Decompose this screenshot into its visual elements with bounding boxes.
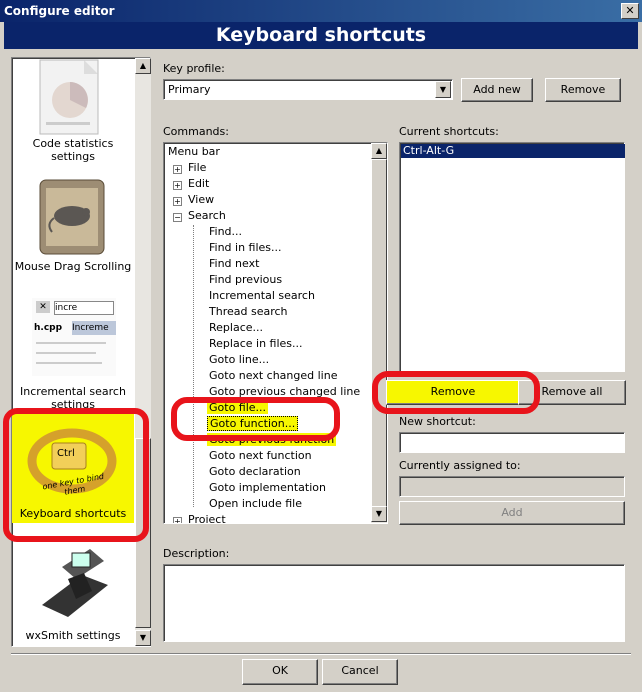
search-command-item[interactable]: Goto next changed line [207,369,339,382]
search-command-item[interactable]: Goto previous changed line [207,385,362,398]
incremental-search-icon: ✕ incre h.cpp Increme [32,298,116,376]
search-command-item[interactable]: Goto declaration [207,465,303,478]
sidebar-item-label: Mouse Drag Scrolling [14,260,132,273]
scroll-up-arrow[interactable]: ▲ [371,143,387,159]
tree-group-search[interactable]: Search [188,209,226,222]
title-bar: Configure editor ✕ [0,0,642,22]
new-shortcut-input[interactable] [399,432,625,453]
tree-group-project[interactable]: Project [188,513,226,523]
sidebar-item-incremental-search[interactable]: ✕ incre h.cpp Increme Incremental search… [12,296,134,411]
sidebar-item-mouse-drag[interactable]: Mouse Drag Scrolling [12,173,134,278]
expand-icon[interactable]: + [173,165,182,174]
chevron-down-icon[interactable]: ▼ [435,81,451,98]
sidebar-item-code-statistics[interactable]: Code statistics settings [12,58,134,163]
tree-group-edit[interactable]: Edit [188,177,209,190]
search-command-item[interactable]: Open include file [207,497,304,510]
tree-root[interactable]: Menu bar [168,145,220,158]
key-label: Ctrl [57,448,75,459]
mouse-scroll-icon [32,176,112,258]
key-profile-value: Primary [168,83,211,96]
close-button[interactable]: ✕ [621,3,639,19]
commands-label: Commands: [163,125,229,138]
sidebar-item-label: Keyboard shortcuts [19,507,127,520]
cancel-button[interactable]: Cancel [322,659,398,685]
add-shortcut-button[interactable]: Add [399,501,625,525]
ok-button[interactable]: OK [242,659,318,685]
key-profile-label: Key profile: [163,62,225,75]
assigned-field [399,476,625,497]
commands-scrollbar[interactable]: ▲ ▼ [371,143,387,523]
search-command-item[interactable]: Thread search [207,305,290,318]
settings-sidebar: Code statistics settings Mouse Drag Scro… [11,57,151,647]
sidebar-item-label: Incremental search settings [20,385,126,411]
expand-icon[interactable]: + [173,181,182,190]
code-statistics-icon [36,58,108,136]
keyboard-icon: Ctrl one key to bind them [26,417,118,499]
preview-search-text: incre [54,301,114,315]
search-command-item[interactable]: Find next [207,257,261,270]
current-shortcuts-list[interactable]: Ctrl-Alt-G [399,142,625,372]
assigned-label: Currently assigned to: [399,459,521,472]
scroll-down-arrow[interactable]: ▼ [371,506,387,522]
search-command-item[interactable]: Goto file... [207,401,269,414]
preview-tab: h.cpp [34,323,63,333]
scroll-up-arrow[interactable]: ▲ [135,58,151,74]
commands-tree[interactable]: Menu bar + File + Edit + View − Search F… [163,142,388,524]
tree-group-file[interactable]: File [188,161,206,174]
remove-all-button[interactable]: Remove all [518,380,626,405]
description-box [163,564,625,642]
expand-icon[interactable]: + [173,197,182,206]
search-command-item[interactable]: Find... [207,225,244,238]
search-command-item[interactable]: Find previous [207,273,284,286]
search-command-item[interactable]: Find in files... [207,241,284,254]
collapse-icon[interactable]: − [173,213,182,222]
remove-shortcut-button[interactable]: Remove [386,380,520,405]
key-profile-select[interactable]: Primary ▼ [163,79,453,100]
remove-profile-button[interactable]: Remove [545,78,621,102]
add-profile-button[interactable]: Add new [461,78,533,102]
search-command-item[interactable]: Goto function... [207,416,299,431]
scroll-thumb[interactable] [135,438,151,628]
scroll-thumb[interactable] [371,159,387,507]
description-label: Description: [163,547,230,560]
preview-tab: Increme [72,321,116,335]
search-command-item[interactable]: Goto previous function [207,433,337,446]
sidebar-item-label: Code statistics settings [32,137,114,163]
page-title: Keyboard shortcuts [4,22,638,49]
sidebar-scrollbar[interactable]: ▲ ▼ [135,58,151,646]
search-command-item[interactable]: Replace in files... [207,337,305,350]
sidebar-item-keyboard-shortcuts[interactable]: Ctrl one key to bind them Keyboard short… [12,411,134,523]
wxsmith-icon [32,545,114,623]
new-shortcut-label: New shortcut: [399,415,476,428]
expand-icon[interactable]: + [173,517,182,523]
search-command-item[interactable]: Goto implementation [207,481,328,494]
divider [11,653,631,655]
tree-group-view[interactable]: View [188,193,214,206]
sidebar-item-label: wxSmith settings [25,629,121,642]
search-command-item[interactable]: Replace... [207,321,265,334]
scroll-down-arrow[interactable]: ▼ [135,630,151,646]
sidebar-item-wxsmith[interactable]: wxSmith settings [12,543,134,643]
search-command-item[interactable]: Incremental search [207,289,317,302]
search-command-item[interactable]: Goto line... [207,353,271,366]
search-command-item[interactable]: Goto next function [207,449,314,462]
shortcut-item[interactable]: Ctrl-Alt-G [401,144,625,158]
current-shortcuts-label: Current shortcuts: [399,125,499,138]
tree-line [193,225,194,507]
window-title: Configure editor [4,4,115,18]
